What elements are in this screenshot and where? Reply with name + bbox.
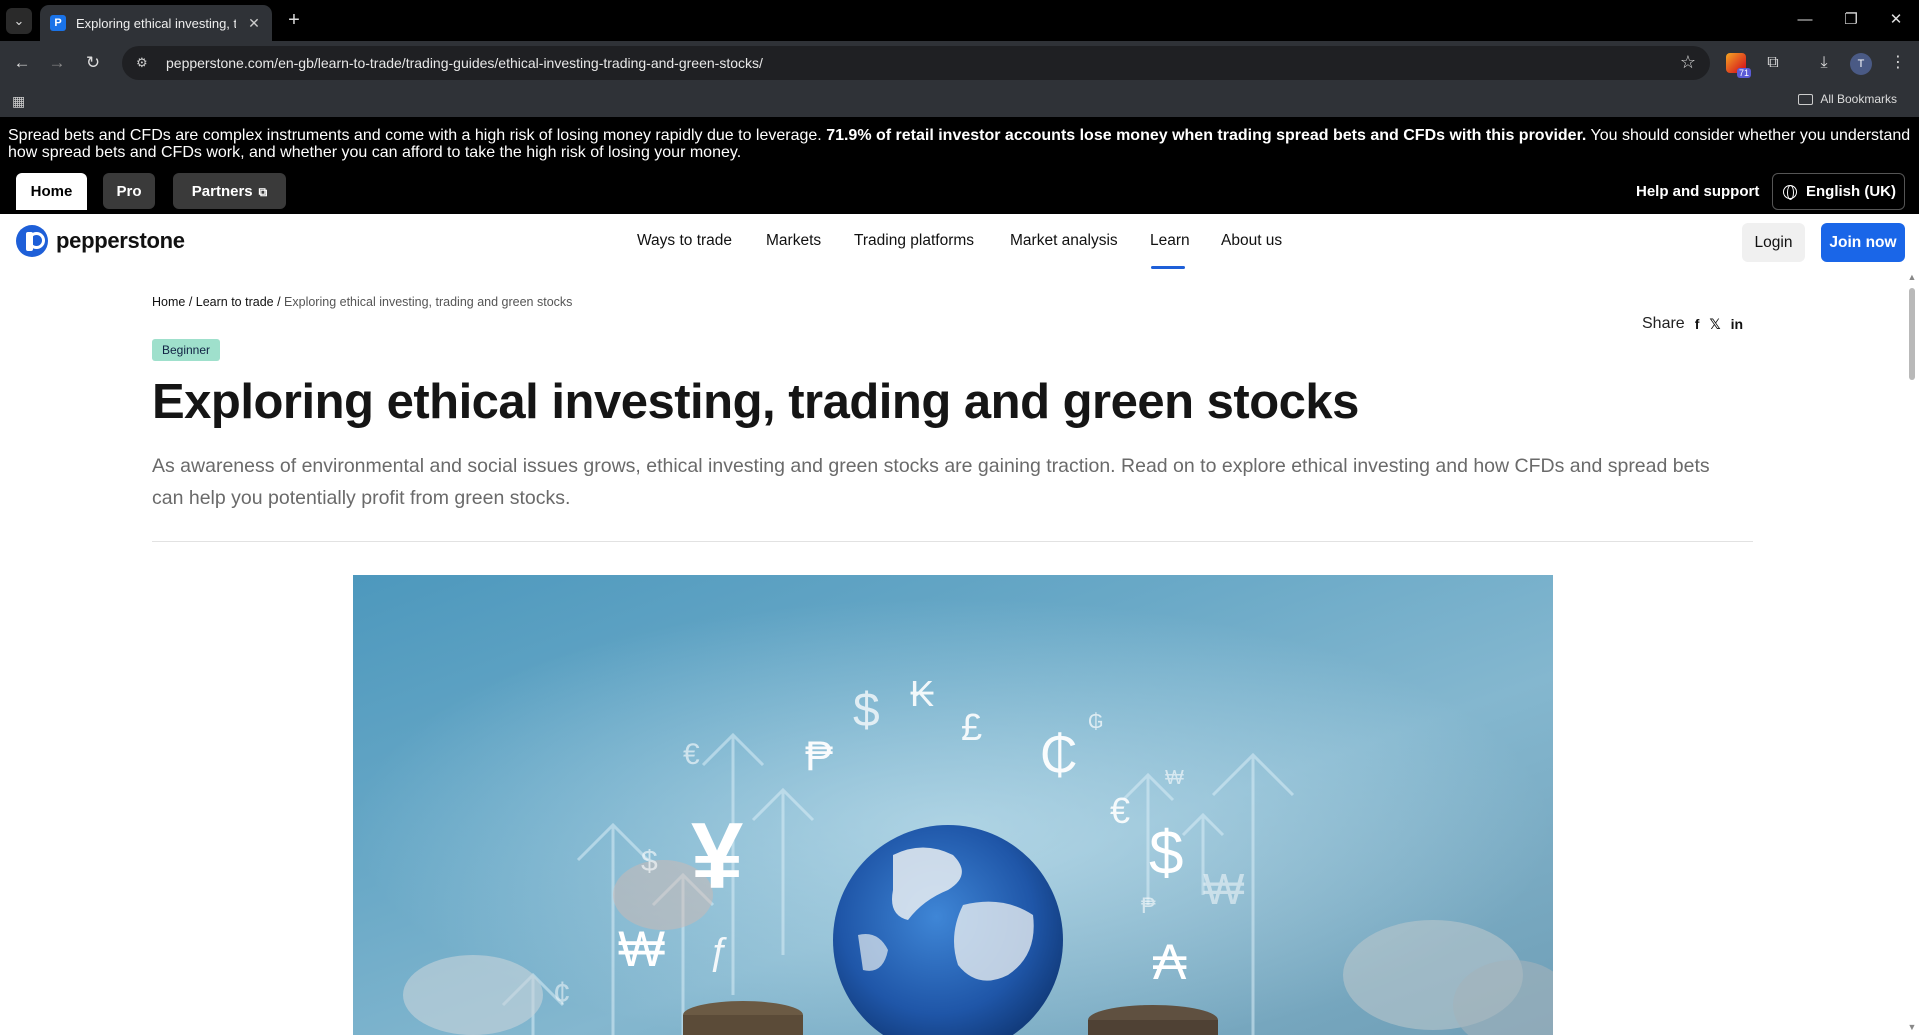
pepperstone-logo[interactable]: pepperstone [16, 225, 185, 257]
breadcrumb-current: Exploring ethical investing, trading and… [284, 295, 573, 309]
close-tab-icon[interactable]: ✕ [246, 15, 262, 32]
nav-markets[interactable]: Markets [766, 232, 821, 250]
url-text[interactable]: pepperstone.com/en-gb/learn-to-trade/tra… [166, 55, 763, 71]
page-scrollbar[interactable]: ▲ ▼ [1905, 270, 1919, 1035]
divider [152, 541, 1753, 542]
nav-trading-platforms[interactable]: Trading platforms [854, 232, 974, 250]
bookmarks-bar: ▦ All Bookmarks [0, 84, 1919, 117]
currency-symbol: € [683, 738, 700, 771]
forward-arrow-icon[interactable]: → [44, 50, 70, 76]
currency-symbol: ₩ [1165, 767, 1184, 789]
address-bar[interactable]: ⚙ pepperstone.com/en-gb/learn-to-trade/t… [122, 46, 1710, 80]
breadcrumb-learn-to-trade[interactable]: Learn to trade [196, 295, 274, 309]
currency-symbol: ₲ [1088, 711, 1104, 733]
nav-about-us[interactable]: About us [1221, 232, 1282, 250]
browser-toolbar: ← → ↻ ⚙ pepperstone.com/en-gb/learn-to-t… [0, 41, 1919, 84]
bookmark-star-icon[interactable]: ☆ [1680, 52, 1696, 73]
scroll-up-arrow-icon[interactable]: ▲ [1907, 272, 1917, 282]
globe-icon [1783, 184, 1797, 200]
linkedin-icon[interactable]: in [1731, 316, 1743, 332]
level-badge: Beginner [152, 339, 220, 361]
page-title: Exploring ethical investing, trading and… [152, 375, 1359, 429]
scroll-down-arrow-icon[interactable]: ▼ [1907, 1022, 1917, 1032]
login-button[interactable]: Login [1742, 223, 1805, 262]
currency-symbol: ƒ [709, 931, 731, 973]
join-now-button[interactable]: Join now [1821, 223, 1905, 262]
nav-ways-to-trade[interactable]: Ways to trade [637, 232, 732, 250]
breadcrumb-home[interactable]: Home [152, 295, 185, 309]
all-bookmarks-button[interactable]: All Bookmarks [1798, 92, 1897, 106]
facebook-icon[interactable]: f [1695, 316, 1700, 332]
twitter-icon[interactable]: 𝕏 [1709, 316, 1720, 333]
download-icon[interactable]: ⤓ [1811, 50, 1837, 76]
risk-warning-banner: Spread bets and CFDs are complex instrum… [0, 117, 1919, 169]
minimize-window-icon[interactable]: — [1790, 8, 1820, 32]
tab-partners-label: Partners [191, 183, 253, 200]
tab-partners[interactable]: Partners ⧉ [173, 173, 286, 209]
pepperstone-logo-icon [16, 225, 48, 257]
profile-avatar[interactable]: T [1850, 53, 1872, 75]
hero-illustration [353, 575, 1553, 1035]
currency-symbol: ₭ [910, 673, 935, 714]
browser-menu-icon[interactable]: ⋮ [1885, 50, 1911, 76]
currency-symbol: ₱ [805, 732, 834, 779]
external-link-icon: ⧉ [258, 185, 268, 199]
currency-symbol: ₱ [1141, 893, 1156, 918]
currency-symbol: $ [1149, 819, 1184, 888]
risk-warning-bold: 71.9% of retail investor accounts lose m… [826, 127, 1587, 144]
currency-symbol: ₳ [1153, 934, 1187, 990]
nav-active-indicator [1151, 266, 1185, 269]
browser-tabstrip: ⌄ P Exploring ethical investing, trad ✕ … [0, 0, 1919, 41]
language-selector[interactable]: English (UK) [1772, 173, 1905, 210]
all-bookmarks-label: All Bookmarks [1820, 92, 1897, 106]
breadcrumb-separator: / [273, 295, 285, 309]
risk-warning-text: Spread bets and CFDs are complex instrum… [8, 127, 827, 144]
extension-icon[interactable]: 71 [1726, 53, 1751, 78]
back-arrow-icon[interactable]: ← [9, 50, 35, 76]
main-navigation: pepperstone Ways to trade Markets Tradin… [0, 214, 1919, 270]
currency-symbol: $ [853, 684, 880, 737]
currency-symbol: ¥ [691, 803, 744, 908]
help-and-support-link[interactable]: Help and support [1636, 183, 1759, 200]
share-links: Share f 𝕏 in [1642, 315, 1743, 333]
close-window-icon[interactable]: ✕ [1881, 8, 1911, 32]
logo-text: pepperstone [56, 228, 185, 253]
breadcrumb-separator: / [185, 295, 196, 309]
tab-home[interactable]: Home [16, 173, 87, 210]
language-label: English (UK) [1806, 183, 1896, 200]
nav-learn[interactable]: Learn [1150, 232, 1190, 250]
currency-symbol: ₵ [1040, 726, 1078, 784]
site-top-bar: Home Pro Partners ⧉ Help and support Engl… [0, 169, 1919, 214]
share-label: Share [1642, 315, 1685, 332]
tab-search-chevron-icon[interactable]: ⌄ [6, 8, 32, 34]
currency-symbol: ₩ [1203, 865, 1245, 914]
currency-symbol: $ [641, 845, 658, 878]
new-tab-plus-icon[interactable]: + [282, 8, 306, 32]
hero-image-globe-currencies: $ ₭ £ ₲ € ₱ ₵ ₩ ¥ € $ $ ₱ ₩ ₩ ƒ ₳ ¢ [353, 575, 1553, 1035]
currency-symbol: ¢ [553, 975, 571, 1011]
tab-pro[interactable]: Pro [103, 173, 155, 209]
site-info-icon[interactable]: ⚙ [136, 55, 156, 71]
currency-symbol: ₩ [618, 921, 666, 977]
folder-icon [1798, 93, 1814, 105]
browser-tab-active[interactable]: P Exploring ethical investing, trad ✕ [40, 5, 272, 41]
browser-tab-title: Exploring ethical investing, trad [76, 15, 236, 31]
reload-icon[interactable]: ↻ [80, 50, 106, 76]
currency-symbol: £ [961, 707, 983, 749]
extension-badge-count: 71 [1736, 68, 1751, 78]
nav-market-analysis[interactable]: Market analysis [1010, 232, 1118, 250]
currency-symbol: € [1110, 790, 1131, 831]
restore-window-icon[interactable]: ❐ [1836, 8, 1866, 32]
extensions-puzzle-icon[interactable]: ⧉ [1760, 50, 1786, 76]
breadcrumb: Home / Learn to trade / Exploring ethica… [152, 295, 572, 309]
scrollbar-thumb[interactable] [1909, 288, 1915, 380]
article-lede: As awareness of environmental and social… [152, 455, 1710, 509]
pepperstone-favicon-icon: P [50, 15, 66, 31]
apps-grid-icon[interactable]: ▦ [12, 93, 28, 109]
